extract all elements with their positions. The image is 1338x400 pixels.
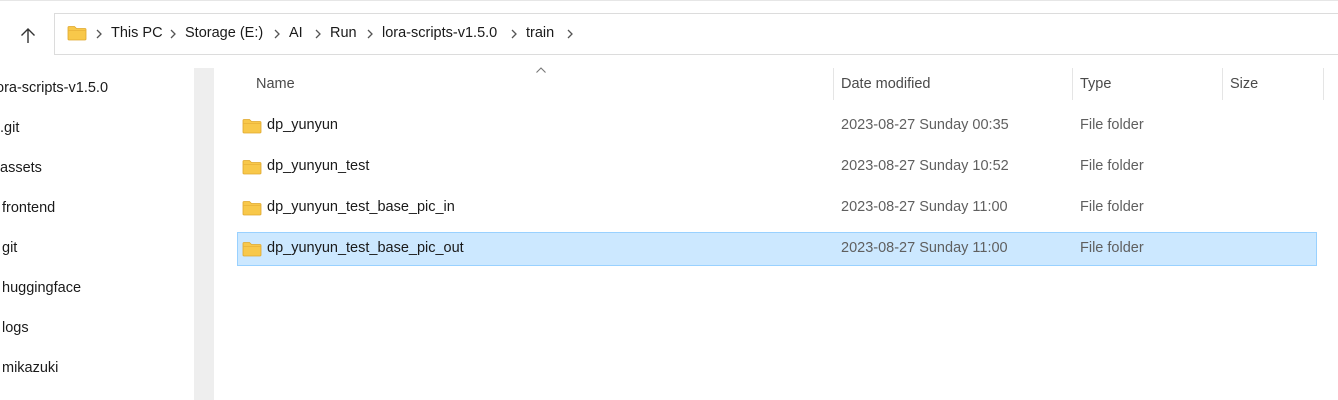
folder-icon [242, 160, 262, 175]
nav-item-git[interactable]: git [2, 240, 17, 260]
breadcrumb-storage[interactable]: Storage (E:) [185, 25, 263, 41]
file-date-modified: 2023-08-27 Sunday 10:52 [841, 158, 1009, 174]
column-header-date-modified[interactable]: Date modified [841, 76, 930, 92]
file-name: dp_yunyun [267, 117, 338, 133]
file-type: File folder [1080, 199, 1144, 215]
breadcrumb-run[interactable]: Run [330, 25, 357, 41]
address-bar[interactable]: This PC Storage (E:) AI Run lora-scripts… [54, 13, 1338, 55]
folder-icon [242, 201, 262, 216]
file-row[interactable]: dp_yunyun 2023-08-27 Sunday 00:35 File f… [237, 109, 1317, 143]
nav-item-assets[interactable]: assets [0, 160, 42, 180]
column-divider[interactable] [1222, 68, 1223, 100]
window-top-border [0, 0, 1338, 1]
nav-item-frontend[interactable]: frontend [2, 200, 55, 220]
folder-icon [67, 26, 87, 41]
arrow-up-icon [21, 28, 35, 43]
column-header-name[interactable]: Name [256, 76, 295, 92]
file-date-modified: 2023-08-27 Sunday 11:00 [841, 199, 1008, 215]
file-name: dp_yunyun_test_base_pic_in [267, 199, 455, 215]
file-name: dp_yunyun_test [267, 158, 370, 174]
up-button[interactable] [12, 20, 44, 52]
nav-scrollbar[interactable] [194, 68, 214, 400]
nav-item-huggingface[interactable]: huggingface [2, 280, 81, 300]
chevron-right-icon[interactable] [314, 29, 322, 39]
nav-item-logs[interactable]: logs [2, 320, 29, 340]
sort-ascending-icon [536, 67, 546, 73]
nav-item-lora-scripts[interactable]: ora-scripts-v1.5.0 [0, 80, 108, 100]
chevron-right-icon[interactable] [510, 29, 518, 39]
file-name: dp_yunyun_test_base_pic_out [267, 240, 464, 256]
folder-icon [242, 119, 262, 134]
file-type: File folder [1080, 117, 1144, 133]
breadcrumb-lora-scripts[interactable]: lora-scripts-v1.5.0 [382, 25, 497, 41]
column-header-size[interactable]: Size [1230, 76, 1258, 92]
folder-icon [242, 242, 262, 257]
file-type: File folder [1080, 240, 1144, 256]
column-divider[interactable] [833, 68, 834, 100]
chevron-right-icon[interactable] [95, 29, 103, 39]
navigation-pane: ora-scripts-v1.5.0 .git assets frontend … [0, 68, 194, 400]
column-divider[interactable] [1323, 68, 1324, 100]
nav-item-dot-git[interactable]: .git [0, 120, 19, 140]
file-type: File folder [1080, 158, 1144, 174]
file-row[interactable]: dp_yunyun_test 2023-08-27 Sunday 10:52 F… [237, 150, 1317, 184]
chevron-right-icon[interactable] [566, 29, 574, 39]
breadcrumb-this-pc[interactable]: This PC [111, 25, 163, 41]
column-header-type[interactable]: Type [1080, 76, 1111, 92]
chevron-right-icon[interactable] [366, 29, 374, 39]
file-date-modified: 2023-08-27 Sunday 11:00 [841, 240, 1008, 256]
column-divider[interactable] [1072, 68, 1073, 100]
chevron-right-icon[interactable] [273, 29, 281, 39]
file-row[interactable]: dp_yunyun_test_base_pic_in 2023-08-27 Su… [237, 191, 1317, 225]
breadcrumb-ai[interactable]: AI [289, 25, 303, 41]
chevron-right-icon[interactable] [169, 29, 177, 39]
breadcrumb-train[interactable]: train [526, 25, 554, 41]
file-date-modified: 2023-08-27 Sunday 00:35 [841, 117, 1009, 133]
nav-item-mikazuki[interactable]: mikazuki [2, 360, 58, 380]
file-row-selected[interactable]: dp_yunyun_test_base_pic_out 2023-08-27 S… [237, 232, 1317, 266]
